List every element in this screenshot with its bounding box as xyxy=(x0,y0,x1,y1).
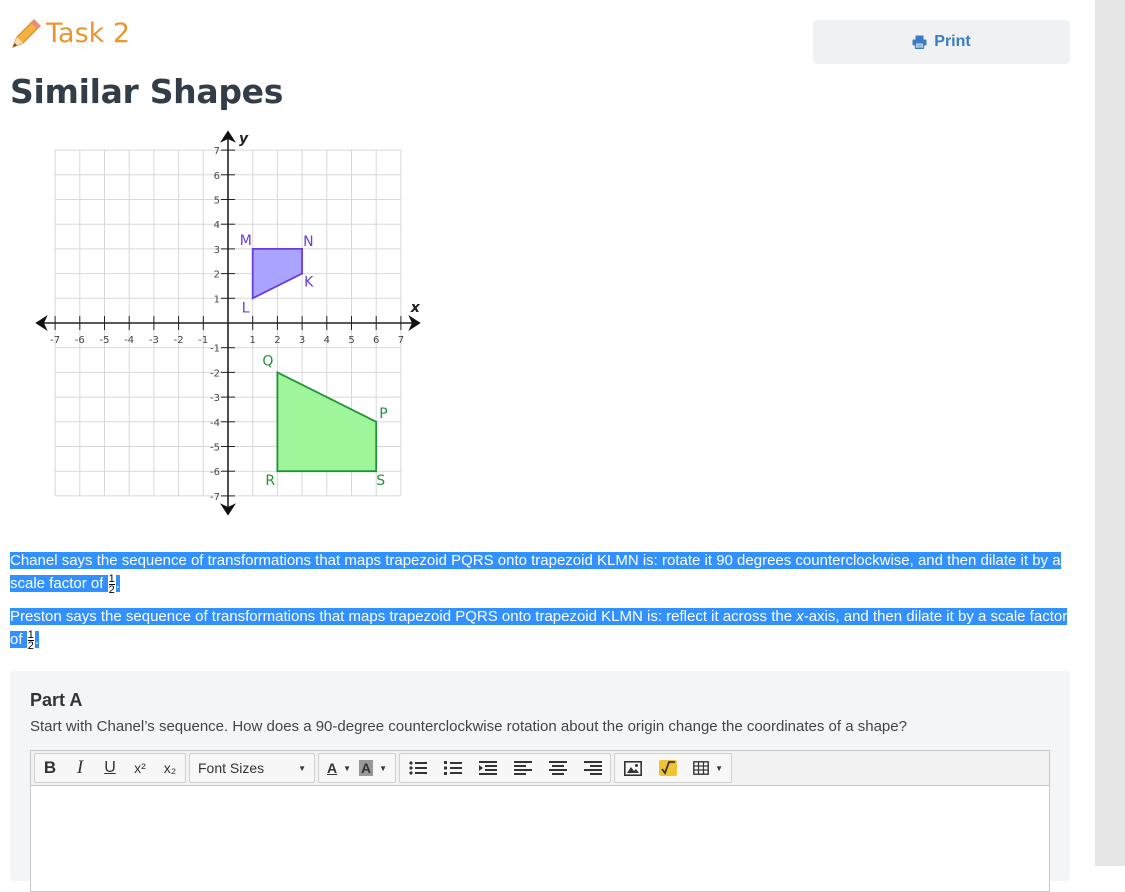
x-tick-label: -5 xyxy=(100,335,110,346)
x-tick-label: -6 xyxy=(75,335,85,346)
pencil-icon xyxy=(11,19,41,49)
x-tick-label: -4 xyxy=(124,335,134,346)
superscript-button[interactable]: x² xyxy=(125,754,155,782)
vertex-label-s: S xyxy=(376,473,385,489)
y-axis-label: y xyxy=(239,131,249,147)
print-button[interactable]: Print xyxy=(813,20,1070,64)
table-icon[interactable]: ▼ xyxy=(685,754,731,782)
task-title: Task 2 xyxy=(46,18,131,49)
image-icon[interactable] xyxy=(615,754,650,782)
preston-paragraph: Preston says the sequence of transformat… xyxy=(10,608,1068,652)
y-tick-label: -1 xyxy=(210,344,220,355)
y-tick-label: -7 xyxy=(210,492,220,503)
printer-icon xyxy=(912,35,927,49)
y-tick-label: -2 xyxy=(210,368,220,379)
y-tick-label: 1 xyxy=(214,294,220,305)
align-right-icon[interactable] xyxy=(575,754,610,782)
preston-x-variable: x xyxy=(796,608,804,625)
main-content: Task 2 Print Similar Shapes -7 -7 -6 -6 -5 -5… xyxy=(0,0,1095,892)
y-tick-label: 2 xyxy=(214,270,220,281)
math-icon[interactable] xyxy=(650,754,685,782)
format-group: B I U x² x₂ xyxy=(34,753,186,783)
underline-button[interactable]: U xyxy=(95,754,125,782)
chevron-down-icon: ▼ xyxy=(298,763,306,773)
y-tick-label: -3 xyxy=(210,393,220,404)
vertex-label-p: P xyxy=(379,406,387,422)
paragraph-group xyxy=(399,753,612,783)
color-group: A ▼ A ▼ xyxy=(318,753,397,783)
y-tick-label: 7 xyxy=(214,146,220,157)
x-tick-label: 3 xyxy=(299,335,305,346)
subscript-button[interactable]: x₂ xyxy=(155,754,185,782)
x-axis-label: x xyxy=(410,300,421,316)
x-tick-label: 5 xyxy=(348,335,354,346)
background-color-icon: A xyxy=(359,760,374,776)
bullet-list-icon[interactable] xyxy=(400,754,435,782)
rich-text-editor: B I U x² x₂ Font Sizes ▼ A ▼ A ▼ ▼ xyxy=(30,750,1050,892)
font-color-icon: A xyxy=(327,760,338,776)
right-scrollbar-rail[interactable] xyxy=(1095,0,1125,866)
fraction-one-half: 12 xyxy=(107,572,116,596)
bold-button[interactable]: B xyxy=(35,754,65,782)
chevron-down-icon: ▼ xyxy=(379,763,388,773)
insert-group: ▼ xyxy=(614,753,733,783)
editor-toolbar: B I U x² x₂ Font Sizes ▼ A ▼ A ▼ ▼ xyxy=(31,751,1049,786)
y-tick-label: -5 xyxy=(210,443,220,454)
vertex-label-r: R xyxy=(265,473,275,489)
vertex-label-q: Q xyxy=(262,353,273,369)
align-center-icon[interactable] xyxy=(540,754,575,782)
y-tick-label: -6 xyxy=(210,467,220,478)
chanel-text: Chanel says the sequence of transformati… xyxy=(10,552,1061,592)
y-tick-label: -4 xyxy=(210,418,220,429)
x-tick-label: 1 xyxy=(250,335,256,346)
x-tick-label: -1 xyxy=(198,335,208,346)
italic-button[interactable]: I xyxy=(65,754,95,782)
font-sizes-label: Font Sizes xyxy=(198,760,265,776)
fraction-one-half: 12 xyxy=(26,628,35,652)
x-tick-label: -2 xyxy=(174,335,184,346)
part-a-title: Part A xyxy=(30,690,83,710)
y-tick-label: 5 xyxy=(214,196,220,207)
task-header: Task 2 xyxy=(10,16,130,52)
indent-icon[interactable] xyxy=(470,754,505,782)
x-tick-label: 7 xyxy=(398,335,404,346)
preston-text-start: Preston says the sequence of transformat… xyxy=(10,608,797,625)
x-tick-label: -7 xyxy=(50,335,60,346)
background-color-button[interactable]: A ▼ xyxy=(359,754,395,782)
align-left-icon[interactable] xyxy=(505,754,540,782)
vertex-label-l: L xyxy=(242,300,250,316)
chevron-down-icon: ▼ xyxy=(715,763,724,773)
vertex-label-k: K xyxy=(304,275,314,291)
x-tick-label: 4 xyxy=(324,335,330,346)
part-a-section: Part A Start with Chanel’s sequence. How… xyxy=(10,671,1070,892)
vertex-label-n: N xyxy=(303,234,313,250)
font-sizes-dropdown[interactable]: Font Sizes ▼ xyxy=(189,753,315,783)
x-tick-label: -3 xyxy=(149,335,159,346)
part-a-question: Start with Chanel’s sequence. How does a… xyxy=(30,718,907,735)
numbered-list-icon[interactable] xyxy=(435,754,470,782)
x-tick-label: 2 xyxy=(274,335,280,346)
vertex-label-m: M xyxy=(240,233,252,249)
chanel-paragraph: Chanel says the sequence of transformati… xyxy=(10,552,1061,596)
coordinate-graph: -7 -7 -6 -6 -5 -5 -4 -4 -3 -3 -2 -2 -1-1 1 1 2 2 3 3 4 4 5 5 6 6… xyxy=(35,130,421,516)
font-color-button[interactable]: A ▼ xyxy=(319,754,359,782)
page-title: Similar Shapes xyxy=(10,72,284,111)
y-tick-label: 6 xyxy=(214,171,220,182)
y-tick-label: 4 xyxy=(214,220,220,231)
print-label: Print xyxy=(934,33,971,50)
y-tick-label: 3 xyxy=(214,245,220,256)
answer-text-area[interactable] xyxy=(31,786,1049,886)
chevron-down-icon: ▼ xyxy=(343,763,352,773)
x-tick-label: 6 xyxy=(373,335,379,346)
